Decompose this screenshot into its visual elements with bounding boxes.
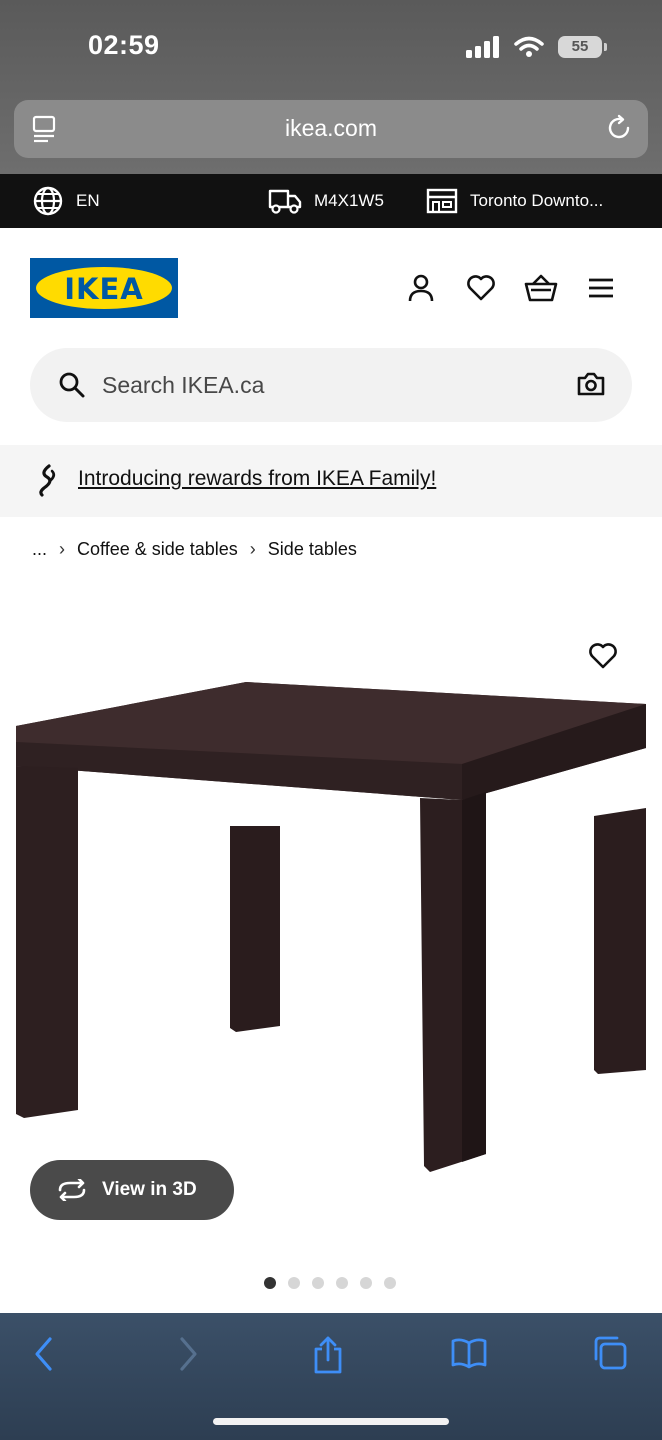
add-to-favourites-heart-icon[interactable]: [588, 642, 618, 670]
tabs-icon[interactable]: [592, 1335, 628, 1371]
battery-indicator: 55: [558, 36, 607, 58]
search-icon: [59, 372, 85, 398]
account-button[interactable]: [404, 270, 438, 306]
side-table-product-image: [16, 682, 646, 1172]
chevron-right-icon: ›: [59, 538, 66, 559]
language-selector[interactable]: EN: [32, 174, 100, 228]
browser-top-chrome: 02:59 55 ikea.com: [0, 0, 662, 174]
language-label: EN: [76, 191, 100, 210]
postal-code-label: M4X1W5: [314, 191, 384, 210]
carousel-dot[interactable]: [336, 1277, 348, 1289]
carousel-dot[interactable]: [384, 1277, 396, 1289]
camera-search-icon[interactable]: [576, 370, 606, 398]
back-arrow-icon[interactable]: [32, 1335, 56, 1373]
delivery-postal-code[interactable]: M4X1W5: [268, 174, 384, 228]
product-image-carousel[interactable]: View in 3D: [0, 580, 662, 1310]
search-input[interactable]: [102, 366, 562, 404]
rewards-banner: Introducing rewards from IKEA Family!: [0, 445, 662, 517]
chevron-right-icon: ›: [249, 538, 256, 559]
logo-wordmark: IKEA: [64, 272, 144, 306]
store-label: Toronto Downto...: [470, 191, 604, 210]
menu-button[interactable]: [584, 270, 618, 306]
address-bar[interactable]: ikea.com: [14, 100, 648, 158]
reload-icon[interactable]: [604, 113, 634, 143]
rotate-3d-icon: [58, 1179, 86, 1201]
user-icon: [408, 274, 434, 302]
breadcrumb: ... › Coffee & side tables › Side tables: [32, 536, 357, 562]
header-actions: [404, 270, 618, 306]
store-selector[interactable]: Toronto Downto...: [426, 174, 603, 228]
info-strip: EN M4X1W5 Toronto Downto...: [0, 174, 662, 228]
breadcrumb-item-side-tables[interactable]: Side tables: [268, 539, 357, 560]
globe-icon: [33, 186, 63, 216]
favourites-button[interactable]: [464, 270, 498, 306]
hamburger-menu-icon: [589, 278, 613, 298]
carousel-dot[interactable]: [360, 1277, 372, 1289]
ikea-logo[interactable]: IKEA: [30, 258, 178, 318]
breadcrumb-ellipsis[interactable]: ...: [32, 539, 47, 560]
delivery-truck-icon: [268, 189, 302, 214]
store-icon: [426, 188, 458, 214]
view-in-3d-label: View in 3D: [102, 1179, 197, 1200]
cart-button[interactable]: [524, 270, 558, 306]
cellular-signal-icon: [466, 36, 499, 58]
heart-icon: [467, 275, 495, 301]
ikea-family-icon: [39, 464, 56, 497]
carousel-dot[interactable]: [288, 1277, 300, 1289]
carousel-dot[interactable]: [312, 1277, 324, 1289]
bookmarks-icon[interactable]: [450, 1335, 488, 1371]
home-indicator[interactable]: [213, 1418, 449, 1425]
forward-arrow-icon[interactable]: [176, 1335, 200, 1373]
wifi-icon: [514, 36, 544, 57]
url-text[interactable]: ikea.com: [14, 115, 648, 142]
breadcrumb-item-coffee-side-tables[interactable]: Coffee & side tables: [77, 539, 238, 560]
view-in-3d-button[interactable]: View in 3D: [30, 1160, 234, 1220]
page: 02:59 55 ikea.com EN M4X1W5 Toronto Down…: [0, 0, 662, 1440]
status-icons: 55: [466, 36, 607, 58]
rewards-link[interactable]: Introducing rewards from IKEA Family!: [78, 467, 436, 491]
search-bar[interactable]: [30, 348, 632, 422]
shopping-bag-icon: [524, 274, 558, 302]
status-time: 02:59: [88, 30, 160, 60]
share-icon[interactable]: [312, 1335, 344, 1375]
carousel-dot-active[interactable]: [264, 1277, 276, 1289]
carousel-pagination: [264, 1277, 396, 1289]
